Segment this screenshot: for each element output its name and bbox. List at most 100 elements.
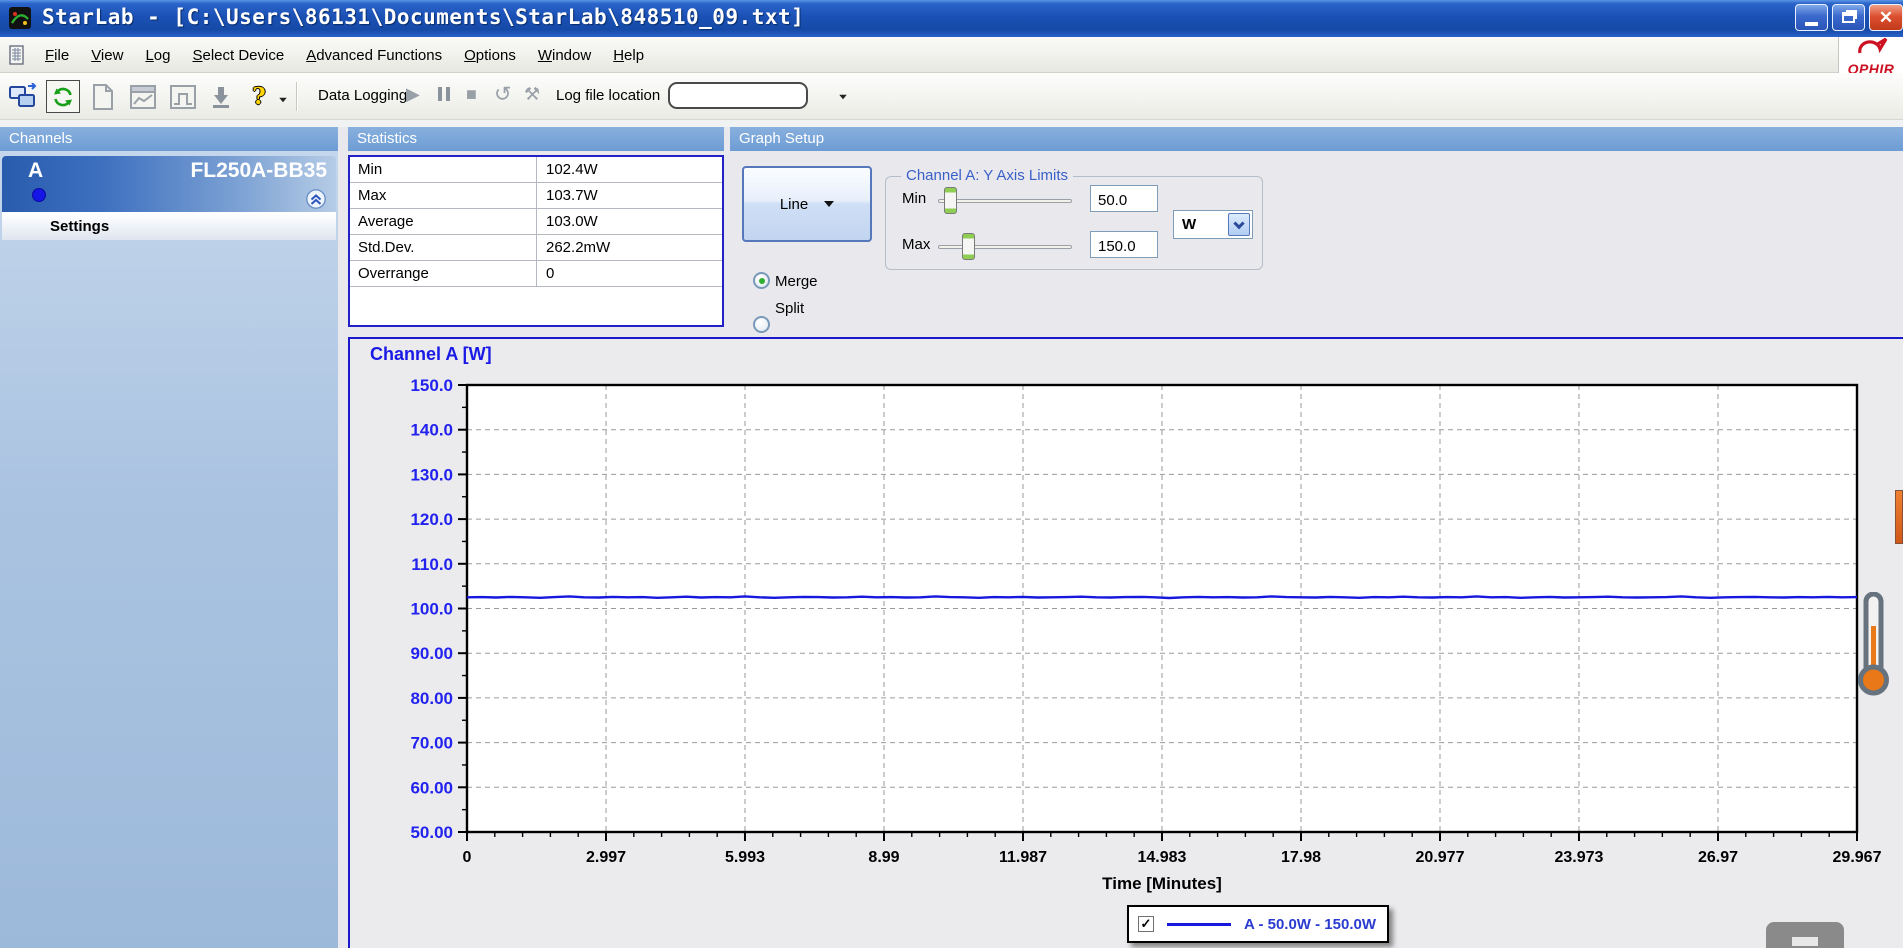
help-button[interactable]: ? (246, 80, 272, 113)
toolbar-gap (0, 120, 1903, 127)
tools-icon[interactable]: ⚒ (524, 85, 540, 103)
graph-setup-header: Graph Setup (730, 127, 1903, 151)
min-slider-handle[interactable] (944, 187, 957, 214)
data-logging-label: Data Logging (318, 87, 407, 104)
minimize-button[interactable] (1795, 4, 1828, 31)
channels-header: Channels (0, 127, 338, 151)
settings-section[interactable]: Settings (2, 212, 336, 240)
stat-value: 102.4W (536, 157, 722, 182)
step-window-button[interactable] (166, 80, 200, 113)
legend-label: A - 50.0W - 150.0W (1244, 916, 1376, 933)
minimize-icon (1805, 22, 1818, 26)
device-manager-icon (8, 83, 38, 111)
stat-label: Std.Dev. (350, 235, 536, 260)
max-slider-handle[interactable] (962, 233, 975, 260)
y-axis-limits-label: Channel A: Y Axis Limits (901, 167, 1073, 184)
restore-button[interactable] (1832, 4, 1865, 31)
graph-type-label: Line (780, 196, 808, 213)
menu-item-view[interactable]: View (80, 47, 134, 64)
toolbar-separator (296, 82, 298, 111)
svg-text:80.00: 80.00 (410, 689, 453, 708)
stat-value: 262.2mW (536, 235, 722, 260)
svg-text:100.0: 100.0 (410, 600, 453, 619)
log-file-location-label: Log file location (556, 87, 660, 104)
channel-device-name: FL250A-BB35 (190, 159, 327, 183)
corner-tool-button[interactable] (1766, 922, 1844, 948)
svg-text:60.00: 60.00 (410, 778, 453, 797)
merge-radio[interactable] (753, 272, 770, 289)
channel-a-card[interactable]: A FL250A-BB35 (2, 156, 336, 212)
graph-type-dropdown[interactable]: Line (742, 166, 872, 242)
collapse-chevron-icon[interactable] (306, 189, 326, 209)
svg-text:0: 0 (463, 849, 472, 866)
close-button[interactable]: ✕ (1869, 4, 1903, 31)
chart-window-button[interactable] (126, 80, 160, 113)
channel-letter: A (28, 159, 43, 183)
menu-item-window[interactable]: Window (527, 47, 602, 64)
min-slider-track[interactable] (938, 199, 1072, 203)
refresh-button[interactable] (46, 80, 80, 113)
min-label: Min (902, 190, 926, 207)
channel-status-dot (32, 188, 46, 202)
stat-label: Min (350, 157, 536, 182)
stat-row-max: Max103.7W (350, 183, 722, 209)
log-file-location-input[interactable] (668, 82, 808, 109)
svg-text:20.977: 20.977 (1416, 849, 1465, 866)
stat-value: 103.7W (536, 183, 722, 208)
chart-legend: ✓ A - 50.0W - 150.0W (1127, 905, 1389, 943)
menu-items: FileViewLogSelect DeviceAdvanced Functio… (34, 37, 655, 73)
titlebar: StarLab - [C:\Users\86131\Documents\Star… (0, 0, 1903, 37)
stat-row-average: Average103.0W (350, 209, 722, 235)
menu-item-advanced-functions[interactable]: Advanced Functions (295, 47, 453, 64)
channel-a-block: A FL250A-BB35 Settings (2, 156, 336, 240)
y-max-input[interactable] (1090, 231, 1158, 258)
document-icon (90, 83, 116, 111)
legend-line-sample (1167, 923, 1231, 926)
menu-item-log[interactable]: Log (134, 47, 181, 64)
svg-text:150.0: 150.0 (410, 376, 453, 395)
svg-text:29.967: 29.967 (1833, 849, 1882, 866)
svg-text:120.0: 120.0 (410, 510, 453, 529)
menubar: FileViewLogSelect DeviceAdvanced Functio… (0, 37, 1903, 73)
stop-icon[interactable]: ■ (466, 85, 477, 103)
max-slider-track[interactable] (938, 245, 1072, 249)
stat-value: 0 (536, 261, 722, 286)
device-manager-button[interactable] (6, 80, 40, 113)
menu-item-options[interactable]: Options (453, 47, 527, 64)
edge-thermometer-sliver (1895, 490, 1903, 544)
pause-icon[interactable] (436, 87, 452, 106)
step-window-icon (169, 84, 197, 110)
svg-text:26.97: 26.97 (1698, 849, 1738, 866)
combo-dropdown-button[interactable] (1228, 213, 1250, 236)
svg-text:14.983: 14.983 (1138, 849, 1187, 866)
y-min-input[interactable] (1090, 185, 1158, 212)
svg-text:140.0: 140.0 (410, 421, 453, 440)
dock-arrow-icon (209, 84, 233, 110)
log-file-dropdown-arrow-icon[interactable] (839, 95, 847, 100)
window-title: StarLab - [C:\Users\86131\Documents\Star… (42, 5, 804, 29)
menu-item-file[interactable]: File (34, 47, 80, 64)
svg-text:11.987: 11.987 (999, 849, 1047, 866)
app-icon (8, 6, 32, 30)
menu-item-select-device[interactable]: Select Device (181, 47, 295, 64)
dock-arrow-button[interactable] (204, 80, 238, 113)
svg-text:8.99: 8.99 (868, 849, 899, 866)
menu-item-help[interactable]: Help (602, 47, 655, 64)
max-label: Max (902, 236, 930, 253)
stat-row-overrange: Overrange0 (350, 261, 722, 287)
starlab-app: { "window": { "title": "StarLab - [C:\\U… (0, 0, 1903, 948)
thermometer-icon (1852, 592, 1896, 698)
stat-row-stddev: Std.Dev.262.2mW (350, 235, 722, 261)
stat-label: Overrange (350, 261, 536, 286)
notes-button[interactable] (86, 80, 120, 113)
help-dropdown-arrow-icon[interactable] (279, 98, 287, 103)
legend-checkbox[interactable]: ✓ (1138, 916, 1154, 932)
play-icon[interactable]: ▶ (406, 85, 420, 103)
chart-window-icon (129, 84, 157, 110)
svg-text:17.98: 17.98 (1281, 849, 1321, 866)
unit-combobox[interactable]: W (1173, 210, 1253, 239)
data-line-series-a (467, 596, 1857, 598)
undo-icon[interactable]: ↺ (494, 84, 512, 105)
split-radio[interactable] (753, 316, 770, 333)
channels-panel: Channels A FL250A-BB35 Settings (0, 127, 338, 948)
